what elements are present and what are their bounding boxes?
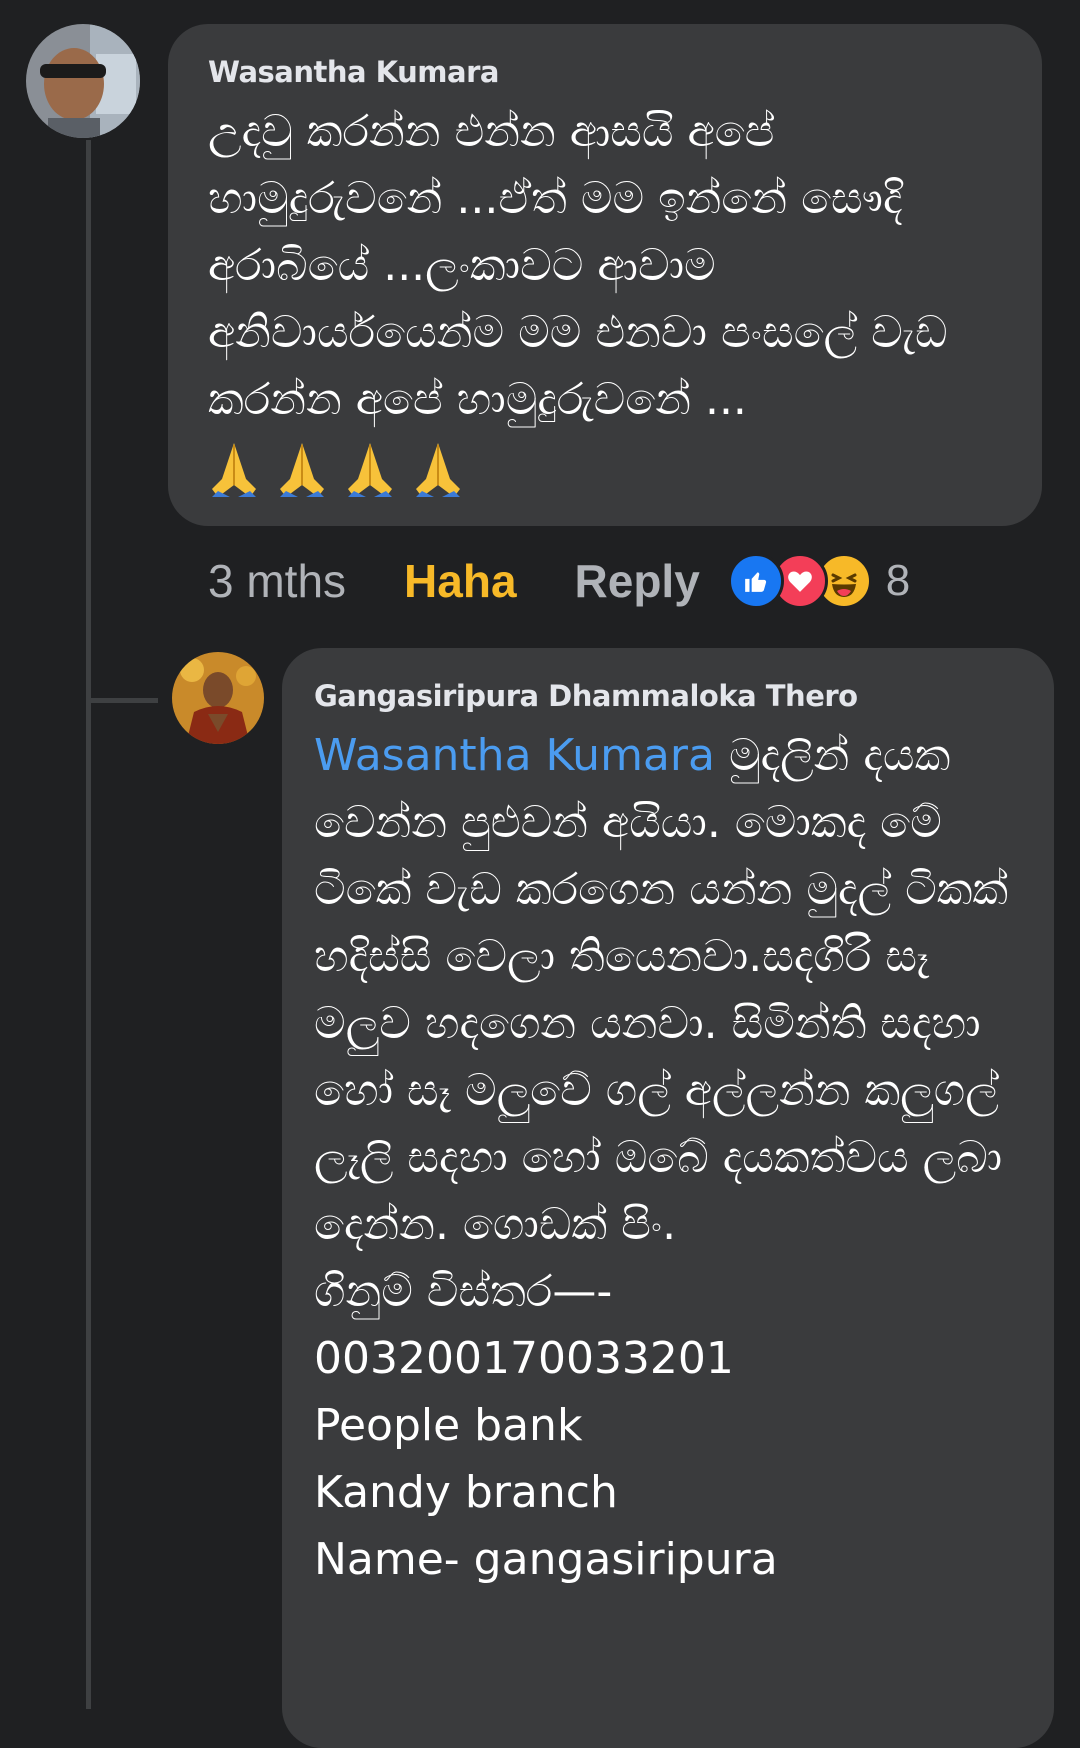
emoji-row	[208, 439, 1010, 499]
avatar-photo	[172, 652, 264, 744]
haha-reaction-button[interactable]: Haha	[404, 554, 516, 608]
folded-hands-emoji	[212, 443, 256, 497]
reaction-count: 8	[885, 556, 911, 605]
avatar-photo	[26, 24, 140, 138]
reply-text: මුදලින් දයක වෙන්න පුළුවන් අයියා. මොකද මේ…	[314, 730, 1009, 1585]
comment-timestamp[interactable]: 3 mths	[208, 554, 346, 608]
comment-author-name[interactable]: Wasantha Kumara	[208, 50, 1010, 94]
reaction-summary[interactable]: 8	[727, 553, 911, 609]
mention-link[interactable]: Wasantha Kumara	[314, 730, 715, 781]
folded-hands-emoji	[348, 443, 392, 497]
reply-author-name[interactable]: Gangasiripura Dhammaloka Thero	[314, 674, 1024, 718]
folded-hands-emoji	[416, 443, 460, 497]
reply-text-block: Wasantha Kumara මුදලින් දයක වෙන්න පුළුවන…	[314, 722, 1024, 1593]
avatar-wasantha-kumara[interactable]	[26, 24, 140, 138]
folded-hands-emoji	[280, 443, 324, 497]
reply-bubble: Gangasiripura Dhammaloka Thero Wasantha …	[282, 648, 1054, 1748]
comment-bubble: Wasantha Kumara උදවු කරන්න එන්න ආසයි අපේ…	[168, 24, 1042, 526]
avatar-gangasiripura-dhammaloka-thero[interactable]	[172, 652, 264, 744]
thread-line	[86, 140, 91, 1709]
like-icon	[727, 553, 784, 609]
reply-connector-line	[86, 698, 158, 703]
comment-action-bar: 3 mths Haha Reply 8	[208, 546, 910, 616]
reply-button[interactable]: Reply	[575, 554, 700, 608]
comment-text: උදවු කරන්න එන්න ආසයි අපේ හාමුදුරුවනේ ...…	[208, 106, 962, 425]
